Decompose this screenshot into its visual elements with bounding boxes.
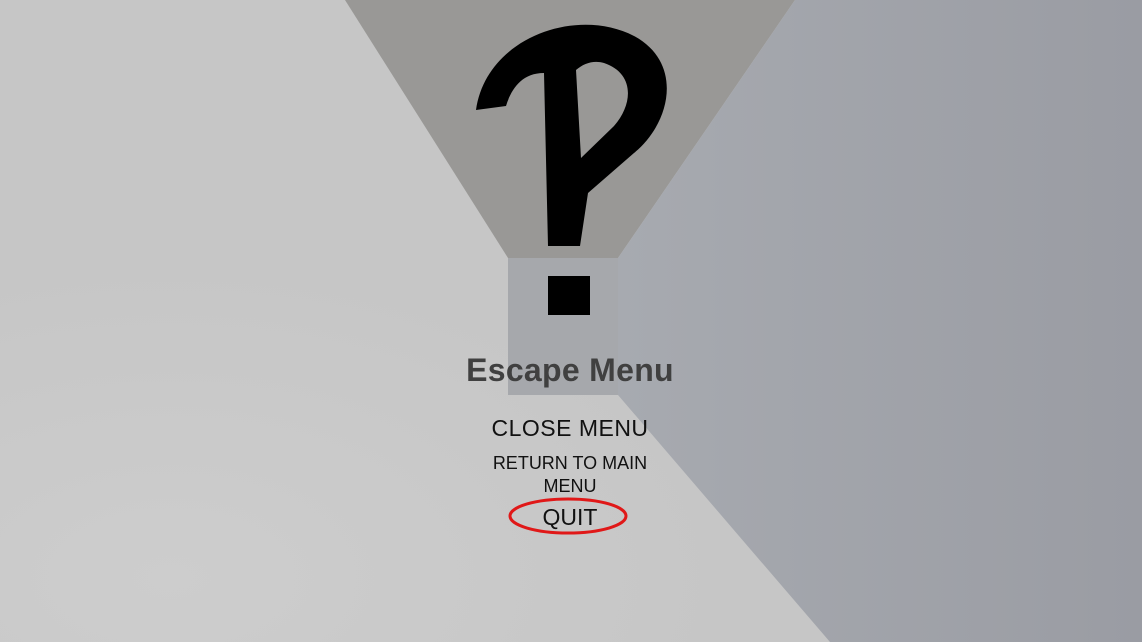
game-scene: Escape Menu CLOSE MENU RETURN TO MAIN ME… [0, 0, 1142, 642]
question-mark-curve [476, 24, 667, 246]
menu-title: Escape Menu [466, 352, 674, 388]
close-menu-button[interactable]: CLOSE MENU [491, 414, 648, 442]
question-mark-icon [476, 24, 667, 315]
quit-button[interactable]: QUIT [510, 502, 630, 532]
quit-button-wrapper: QUIT [508, 497, 630, 535]
question-mark-dot [548, 276, 590, 315]
return-to-main-menu-button[interactable]: RETURN TO MAIN MENU [485, 452, 655, 498]
escape-menu: Escape Menu CLOSE MENU RETURN TO MAIN ME… [400, 348, 740, 535]
